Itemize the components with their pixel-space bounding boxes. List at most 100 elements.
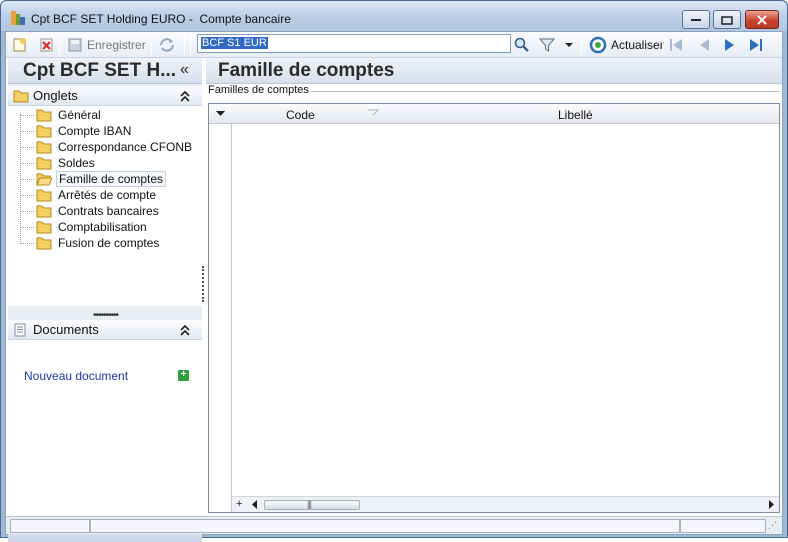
onglet-correspondance-cfonb[interactable]: Correspondance CFONB [20,139,194,155]
maximize-button[interactable] [713,10,741,29]
scroll-right-icon[interactable] [769,500,775,509]
families-grid[interactable]: Code Libellé + ||| [208,103,780,513]
record-header: Cpt BCF SET H... « [8,58,202,84]
onglet-label: Arrêtés de compte [58,188,157,202]
folder-icon [36,237,52,249]
expand-icon[interactable]: + [236,498,242,510]
horizontal-scroll-thumb[interactable]: ||| [264,499,360,510]
onglets-header-label: Onglets [33,88,78,103]
minimize-button[interactable] [682,10,710,29]
close-icon [757,14,767,25]
column-header-libelle[interactable]: Libellé [558,108,593,122]
folder-icon [36,189,52,201]
documents-area: Nouveau document + [8,340,202,520]
onglet-famille-de-comptes[interactable]: Famille de comptes [20,171,167,187]
panel-splitter[interactable] [202,266,205,302]
new-button[interactable] [12,36,28,54]
toolbar: Enregistrer BCF S1 EUR Actualiser [6,32,782,58]
save-button[interactable]: Enregistrer [67,36,146,54]
onglet-arretes-de-compte[interactable]: Arrêtés de compte [20,187,158,203]
documents-section-header[interactable]: Documents [8,320,202,340]
previous-icon [700,39,709,51]
folder-icon [13,90,29,103]
search-value: BCF S1 EUR [201,37,268,49]
onglet-contrats-bancaires[interactable]: Contrats bancaires [20,203,161,219]
grid-header: Code Libellé [209,104,779,124]
onglet-fusion-de-comptes[interactable]: Fusion de comptes [20,235,161,251]
resize-grip-icon[interactable]: ⋰ [768,520,777,531]
app-icon [11,11,25,25]
restore-icon [721,15,733,25]
record-search-input[interactable]: BCF S1 EUR [197,34,511,53]
status-cell [680,519,766,533]
minimize-icon [691,18,701,21]
save-label: Enregistrer [87,38,146,52]
refresh-button[interactable]: Actualiser [589,36,664,54]
toolbar-separator [151,35,152,55]
grid-footer: + ||| [232,496,779,512]
window-title: Cpt BCF SET Holding EURO - Compte bancai… [31,12,291,26]
folder-icon [36,221,52,233]
onglet-compte-iban[interactable]: Compte IBAN [20,123,133,139]
toolbar-separator [59,35,60,55]
open-folder-icon [36,173,52,185]
new-document-link[interactable]: Nouveau document [24,369,128,383]
refresh-icon [160,38,174,52]
search-button[interactable] [514,36,530,54]
delete-icon [40,38,53,52]
group-divider [306,91,780,92]
record-title: Cpt BCF SET H... [23,60,177,81]
add-icon[interactable]: + [178,370,189,381]
dropdown-icon [565,43,573,47]
next-icon [725,39,734,51]
last-record-button[interactable] [748,36,764,54]
folder-icon [36,125,52,137]
collapse-up-icon[interactable] [180,324,190,336]
onglet-label: Fusion de comptes [58,236,160,250]
section-header: Famille de comptes [206,58,782,84]
filter-dropdown-button[interactable] [564,36,574,54]
onglet-label: Général [58,108,101,122]
toolbar-separator [190,35,191,55]
delete-button[interactable] [39,36,55,54]
filter-icon [539,38,555,52]
documents-header-label: Documents [33,322,99,337]
onglet-label: Contrats bancaires [58,204,159,218]
status-bar: ⋰ [6,516,782,534]
folder-icon [36,109,52,121]
status-cell [90,519,680,533]
column-header-code[interactable]: Code [286,108,315,122]
onglet-label: Correspondance CFONB [58,140,193,154]
title-bar[interactable]: Cpt BCF SET Holding EURO - Compte bancai… [1,1,787,31]
collapse-panel-button[interactable]: « [180,61,189,79]
toolbar-separator [184,35,185,55]
filter-button[interactable] [539,36,555,54]
search-icon [514,37,529,52]
collapse-up-icon[interactable] [180,90,190,102]
close-button[interactable] [745,10,779,29]
first-record-button[interactable] [668,36,684,54]
onglet-general[interactable]: Général [20,107,103,123]
document-icon [14,323,26,337]
sort-icon [368,109,379,116]
app-window: Cpt BCF SET Holding EURO - Compte bancai… [0,0,788,542]
onglet-comptabilisation[interactable]: Comptabilisation [20,219,149,235]
sync-button[interactable] [158,36,176,54]
refresh-label: Actualiser [611,38,664,52]
previous-record-button[interactable] [696,36,712,54]
onglet-label: Famille de comptes [56,171,167,187]
first-icon [670,39,682,51]
onglets-section-header[interactable]: Onglets [8,86,202,106]
onglets-tree: Général Compte IBAN Correspondance CFONB… [8,106,202,306]
onglet-soldes[interactable]: Soldes [20,155,97,171]
next-record-button[interactable] [722,36,738,54]
row-header-column [209,104,232,512]
last-icon [750,39,762,51]
page-title: Famille de comptes [218,60,395,81]
scroll-left-icon[interactable] [252,500,258,509]
new-record-icon [13,38,26,52]
column-chooser-icon[interactable] [216,111,225,117]
group-label: Familles de comptes [208,84,311,96]
toolbar-separator [581,35,582,55]
actualiser-icon [589,36,607,54]
